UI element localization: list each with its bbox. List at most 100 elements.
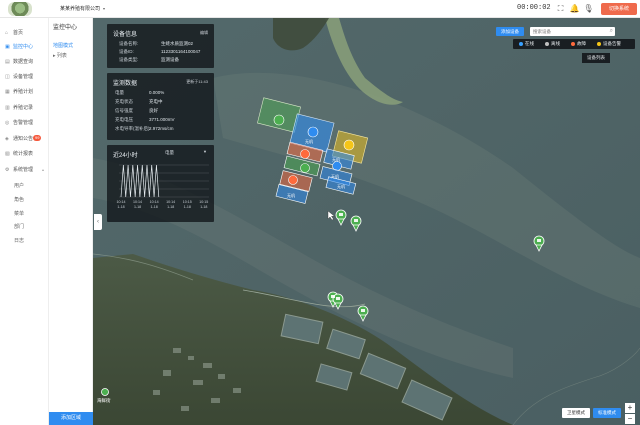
legend-offline: 离线: [545, 39, 560, 49]
data-icon: ▤: [5, 59, 10, 65]
chevron-down-icon: ▾: [103, 6, 106, 11]
sidebar-item-notice[interactable]: ◈ 通知公告 99: [0, 133, 49, 145]
chart-x-tick-label: 1-18: [200, 205, 207, 209]
stats-icon: ▧: [5, 151, 10, 157]
home-icon: ⌂: [5, 30, 9, 36]
chart-panel: 近24小时 电量 ▼ 10:14 1-18 10:14 1-18 10:14 1-18 10…: [107, 145, 214, 222]
sidebar-item-settings[interactable]: ⚙ 系统管理 ▴: [0, 164, 49, 176]
device-edit-link[interactable]: 编辑: [200, 30, 208, 36]
sidebar-item-record[interactable]: ▥ 养殖记录: [0, 102, 49, 114]
chart-metric-select[interactable]: 电量: [165, 150, 174, 156]
place-label: 海鲜街: [97, 397, 111, 404]
sidebar-sub-menus[interactable]: 菜单: [14, 210, 24, 217]
collapse-panel-toggle[interactable]: ‹: [94, 214, 102, 230]
device-marker-icon[interactable]: [350, 215, 362, 232]
zoom-out-button[interactable]: −: [625, 414, 635, 424]
chart-x-tick-label: 10:14: [133, 200, 142, 204]
alarm-dot-icon: [597, 41, 601, 46]
device-marker-icon[interactable]: [533, 235, 545, 252]
org-name: 某某养殖有限公司: [60, 6, 101, 12]
equipment-icon: ◫: [5, 74, 10, 80]
sidebar-sub-users[interactable]: 用户: [14, 182, 24, 189]
chart-x-tick-label: 1-18: [134, 205, 141, 209]
monitor-row-conductivity: 水电导率(温补后) 2.972ms/cm: [115, 126, 174, 131]
sidebar-item-equipment[interactable]: ◫ 设备管理: [0, 71, 49, 83]
subpanel-list[interactable]: ▸ 列表: [53, 52, 67, 59]
sidebar-item-plan[interactable]: ▦ 养殖计划: [0, 86, 49, 98]
sidebar-item-alarm[interactable]: ◎ 告警管理: [0, 117, 49, 129]
switch-system-button[interactable]: 切换系统: [601, 3, 637, 15]
subpanel-map-mode[interactable]: 地图模式: [53, 42, 73, 49]
sidebar-sub-logs[interactable]: 日志: [14, 237, 24, 244]
status-legend: 在线 离线 故障 设备告警: [513, 39, 635, 49]
record-icon: ▥: [5, 105, 10, 111]
notice-icon: ◈: [5, 136, 9, 142]
monitor-row-battery: 电量 0.000%: [115, 90, 165, 95]
chart-x-tick-label: 1-18: [167, 205, 174, 209]
fault-dot-icon: [571, 41, 575, 46]
sidebar-item-stats[interactable]: ▧ 统计报表: [0, 148, 49, 160]
chart-title: 近24小时: [113, 153, 138, 159]
zoom-in-button[interactable]: +: [625, 403, 635, 413]
sidebar: ⌂ 首页 ▣ 监控中心 ▤ 数据查询 ◫ 设备管理 ▦ 养殖计划 ▥ 养殖记录 …: [0, 18, 49, 425]
clock-readout: 00:00:02: [517, 4, 551, 12]
monitor-subpanel: 监控中心 地图模式 ▸ 列表 添加区域: [49, 18, 93, 425]
chart-x-tick-label: 10:14: [150, 200, 159, 204]
monitor-row-charging: 充电状态 充电中: [115, 99, 163, 104]
sidebar-item-home[interactable]: ⌂ 首页: [0, 27, 49, 39]
legend-alarm: 设备告警: [597, 39, 621, 49]
org-selector[interactable]: 某某养殖有限公司 ▾: [60, 5, 105, 12]
bell-icon[interactable]: 🔔: [569, 3, 580, 14]
settings-icon: ⚙: [5, 167, 10, 173]
chart-x-tick-label: 10:14: [166, 200, 175, 204]
monitor-row-signal: 信号强度 良好: [115, 108, 158, 113]
battery-line-chart: 10:141-1810:141-1810:141-1810:141-1810:1…: [117, 164, 209, 209]
legend-online: 在线: [519, 39, 534, 49]
standard-mode-button[interactable]: 标准模式: [593, 408, 621, 418]
monitor-row-voltage: 充电电压 3771.000mV: [115, 117, 175, 122]
device-marker-icon[interactable]: [335, 209, 347, 226]
device-info-title: 设备信息: [113, 32, 138, 38]
sidebar-item-data[interactable]: ▤ 数据查询: [0, 56, 49, 68]
offline-dot-icon: [545, 41, 549, 46]
monitor-icon: ▣: [5, 44, 10, 50]
chart-x-tick-label: 1-18: [117, 205, 124, 209]
plan-icon: ▦: [5, 89, 10, 95]
legend-fault: 故障: [571, 39, 586, 49]
fullscreen-icon[interactable]: ⛶: [555, 3, 566, 14]
chart-x-tick-label: 10:14: [117, 200, 126, 204]
device-info-panel: 设备信息 编辑 设备名称: 生蚝水质监测02 设备ID: 1123301164100…: [107, 24, 214, 68]
monitor-data-panel: 监测数据 更新于11:43 电量 0.000% 充电状态 充电中 信号强度 良好 充电…: [107, 73, 214, 140]
top-bar: 某某养殖有限公司 ▾ 00:00:02 ⛶ 🔔 🎙 切换系统: [0, 0, 640, 18]
cursor-hand-icon: [327, 210, 336, 221]
sidebar-sub-depts[interactable]: 部门: [14, 223, 24, 230]
search-icon[interactable]: ⌕: [610, 27, 613, 36]
chart-x-tick-label: 10:15: [183, 200, 192, 204]
online-dot-icon: [519, 41, 523, 46]
device-search-input[interactable]: [533, 27, 603, 36]
satellite-mode-button[interactable]: 卫星模式: [562, 408, 590, 418]
monitor-updated-time: 更新于11:43: [186, 79, 208, 84]
add-device-button[interactable]: 添加设备: [496, 27, 524, 36]
device-list-button[interactable]: 设备列表: [582, 53, 610, 63]
device-type-row: 设备类型: 监测设备: [119, 57, 179, 62]
chevron-up-icon: ▴: [42, 167, 45, 172]
alarm-icon: ◎: [5, 120, 10, 126]
monitor-data-title: 监测数据: [113, 81, 138, 87]
device-marker-icon[interactable]: [101, 388, 109, 396]
device-name-row: 设备名称: 生蚝水质监测02: [119, 41, 194, 46]
chart-x-tick-label: 10:15: [199, 200, 208, 204]
sidebar-sub-roles[interactable]: 角色: [14, 196, 24, 203]
chart-x-tick-label: 1-18: [184, 205, 191, 209]
subpanel-title: 监控中心: [53, 25, 78, 31]
sidebar-item-monitor[interactable]: ▣ 监控中心: [0, 41, 49, 53]
device-search-box[interactable]: ⌕: [530, 27, 615, 36]
device-id-row: 设备ID: 1123301164100047: [119, 49, 201, 54]
company-logo: [8, 2, 32, 16]
notice-count-badge: 99: [33, 135, 42, 141]
chart-x-tick-label: 1-18: [151, 205, 158, 209]
add-area-button[interactable]: 添加区域: [49, 412, 93, 425]
chevron-down-icon[interactable]: ▼: [203, 149, 207, 154]
device-marker-icon[interactable]: [357, 305, 369, 322]
mic-icon[interactable]: 🎙: [583, 3, 594, 14]
